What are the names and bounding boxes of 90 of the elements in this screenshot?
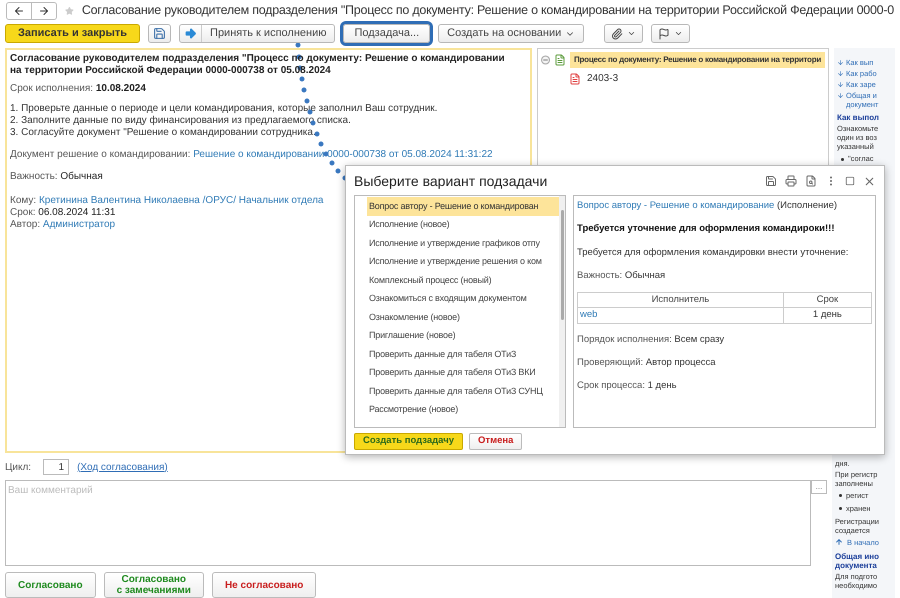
field-label: Порядок исполнения: [577,334,672,344]
field-label: Автор: [10,219,40,230]
subtask-button[interactable]: Подзадача... [343,24,430,44]
variant-item[interactable]: Исполнение и утверждение решения о ком [367,252,559,271]
field-value: Автор процесса [646,356,716,368]
variant-item[interactable]: Исполнение и утверждение графиков отпу [367,234,559,252]
collapse-icon[interactable] [541,55,550,66]
print-icon[interactable] [785,175,797,187]
variant-item[interactable]: Рассмотрение (новое) [367,400,559,419]
column-header: Срок [783,292,872,308]
save-button[interactable] [148,24,172,44]
field-link[interactable]: Решение о командировании 0000-000738 от 05.08.2024 11:31:22 [193,149,493,160]
variant-status: (Исполнение) [776,200,838,211]
instruction-text: 2. Заполните данные по виду финансирования из предлагаемого списка. [10,115,352,128]
field-link[interactable]: Администратор [42,219,116,230]
variant-item[interactable]: Исполнение (новое) [367,216,559,234]
cycle-label: Цикл: [5,460,32,474]
cancel-button[interactable]: Отмена [469,433,522,450]
dialog-title: Выберите вариант подзадачи [354,172,548,191]
tree-item[interactable]: 2403-3 [587,71,618,86]
comment-field[interactable]: Ваш комментарий [5,480,811,566]
help-heading: Как выпол [837,113,880,122]
back-icon [13,4,25,17]
save-icon[interactable] [765,175,777,187]
field-label: Важность: [577,270,622,281]
help-heading: Общая ино документа [835,552,880,570]
scrollbar[interactable] [559,196,565,427]
variant-item[interactable]: Проверить данные для табеля ОТиЗ ВКИ [367,364,559,382]
flag-button[interactable] [651,24,690,44]
variant-item[interactable]: Приглашение (новое) [367,326,559,345]
close-icon[interactable] [863,174,876,188]
instruction-text: 3. Согласуйте документ "Решение о командировании сотрудника. [10,127,317,140]
field-value: Обычная [624,270,666,281]
cycle-field[interactable]: 1 [43,459,70,475]
field-value: Обычная [60,171,103,182]
field-label: Кому: [10,195,36,206]
field-value: 06.08.2024 11:31 [38,207,116,218]
column-header: Исполнитель [578,292,784,308]
document-icon [554,54,566,66]
variant-item[interactable]: Проверить данные для табеля ОТиЗ [367,345,559,364]
more-button[interactable]: ... [811,480,827,494]
field-value: 1 день [648,380,677,391]
window-title: Согласование руководителем подразделения "Процесс по документу: Решение о командировании на территории Российской Федерации 0000-0 [82,2,894,20]
arrow-up-icon [835,538,843,546]
field-label: Важность: [10,171,58,182]
create-based-on-button[interactable]: Создать на основании [438,24,584,44]
detail-heading: Требуется уточнение для оформления командироки!!! [577,222,836,236]
task-heading: Согласование руководителем подразделения "Процесс по документу: Решение о командировании на территории Российской Федерации 0000-000738 от 05.08.2024 [10,53,506,78]
maximize-icon[interactable] [845,176,855,186]
table-cell: web [578,308,784,323]
create-subtask-button[interactable]: Создать подзадачу [354,433,464,450]
field-label: Срок: [10,207,36,218]
arrow-down-icon [837,92,844,100]
table-cell: 1 день [783,308,872,323]
approval-history-link[interactable]: (Ход согласования) [77,460,168,474]
attach-button[interactable] [604,24,644,44]
bullet-icon [839,507,842,510]
forward-icon [38,4,50,17]
variant-link[interactable]: Вопрос автору - Решение о командирование [577,200,774,211]
variant-item[interactable]: Ознакомиться с входящим документом [367,290,559,308]
variant-item[interactable]: Вопрос автору - Решение о командирован [367,197,559,216]
bullet-icon [839,494,842,498]
detail-text: Требуется для оформления командировки внести уточнение: [577,246,850,260]
field-value: Всем сразу [674,334,724,344]
field-link[interactable]: Кретинина Валентина Николаевна /ОРУС/ Начальник отдела [38,195,324,206]
variant-item[interactable]: Проверить данные для табеля ОТиЗ СУНЦ [367,382,559,400]
preview-icon[interactable] [805,175,817,187]
save-and-close-button[interactable]: Записать и закрыть [5,24,140,44]
field-label: Срок процесса: [577,380,645,391]
bullet-icon [841,158,844,161]
field-label: Документ решение о командировании: [10,149,190,160]
arrow-down-icon [837,59,844,66]
arrow-icon [184,27,198,40]
arrow-down-icon [837,70,844,78]
decision-button[interactable]: Согласовано [5,572,96,598]
variant-item[interactable]: Ознакомление (новое) [367,308,559,326]
paperclip-icon [611,28,624,40]
arrow-down-icon [837,81,844,88]
field-label: Срок исполнения: [10,83,94,94]
accept-button[interactable]: Принять к исполнению [179,24,336,44]
tree-item[interactable]: Процесс по документу: Решение о командировании на территори [570,52,825,68]
flag-icon [658,28,670,40]
field-value: 10.08.2024 [96,83,146,94]
save-icon [153,27,166,40]
variant-item[interactable]: Комплексный процесс (новый) [367,271,559,290]
decision-button[interactable]: Согласовано с замечаниями [104,572,204,598]
decision-button[interactable]: Не согласовано [212,572,316,598]
field-label: Проверяющий: [577,356,644,368]
pdf-icon [569,72,581,85]
instruction-text: 1. Проверьте данные о периоде и цели командирования, которые заполнил Ваш сотрудник. [10,103,438,116]
